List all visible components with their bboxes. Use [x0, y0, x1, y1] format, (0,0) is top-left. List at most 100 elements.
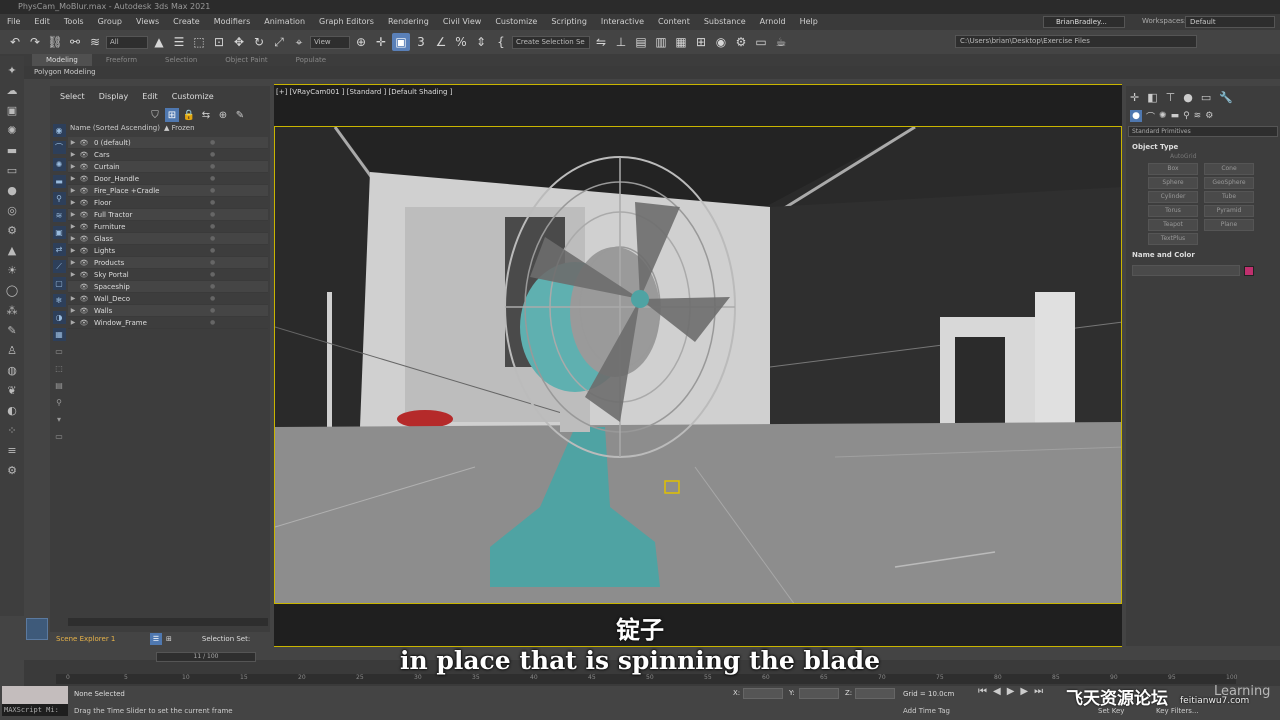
visibility-eye-icon[interactable]: 👁: [78, 175, 90, 183]
object-type-rollout-title[interactable]: Object Type: [1126, 141, 1280, 153]
display-bones-icon[interactable]: ⟋: [52, 260, 66, 273]
frozen-toggle-icon[interactable]: ●: [210, 319, 220, 326]
render-setup-icon[interactable]: ⚙: [732, 33, 750, 51]
workspace-dropdown[interactable]: Default: [1185, 16, 1275, 28]
expand-icon[interactable]: ▶: [68, 163, 78, 170]
sphere-icon[interactable]: ●: [4, 182, 20, 198]
systems-icon[interactable]: ⚙: [1205, 111, 1213, 121]
expand-icon[interactable]: ▶: [68, 235, 78, 242]
spinner-snap-icon[interactable]: ⇕: [472, 33, 490, 51]
unlink-icon[interactable]: ⚯: [66, 33, 84, 51]
textplus-button[interactable]: TextPlus: [1148, 233, 1198, 245]
camera-icon[interactable]: ▬: [4, 142, 20, 158]
display-helpers-icon[interactable]: ⚲: [52, 192, 66, 205]
ribbon-tab-object-paint[interactable]: Object Paint: [211, 54, 281, 66]
menu-rendering[interactable]: Rendering: [381, 14, 436, 30]
visibility-eye-icon[interactable]: 👁: [78, 259, 90, 267]
expand-icon[interactable]: ▶: [68, 211, 78, 218]
cloud-icon[interactable]: ☁: [4, 82, 20, 98]
settings-icon[interactable]: ⚙: [4, 462, 20, 478]
visibility-eye-icon[interactable]: 👁: [78, 307, 90, 315]
layer-row[interactable]: ▶ 👁 Curtain ●: [68, 161, 268, 173]
highlight-icon[interactable]: ✎: [233, 108, 247, 122]
frozen-toggle-icon[interactable]: ●: [210, 235, 220, 242]
menu-animation[interactable]: Animation: [257, 14, 312, 30]
menu-tools[interactable]: Tools: [57, 14, 91, 30]
reference-coord-dropdown[interactable]: View: [310, 35, 350, 49]
name-color-rollout-title[interactable]: Name and Color: [1126, 249, 1280, 261]
menu-arnold[interactable]: Arnold: [753, 14, 793, 30]
ribbon-tab-modeling[interactable]: Modeling: [32, 54, 92, 66]
hierarchy-tab-icon[interactable]: ⊤: [1166, 91, 1176, 104]
tube-button[interactable]: Tube: [1204, 191, 1254, 203]
go-to-start-icon[interactable]: ⏮: [978, 686, 987, 697]
create-icon[interactable]: ✦: [4, 62, 20, 78]
select-manipulate-icon[interactable]: ✛: [372, 33, 390, 51]
geosphere-button[interactable]: GeoSphere: [1204, 177, 1254, 189]
modify-tab-icon[interactable]: ◧: [1147, 91, 1157, 104]
box-button[interactable]: Box: [1148, 163, 1198, 175]
curve-editor-icon[interactable]: ▦: [672, 33, 690, 51]
ribbon-tab-populate[interactable]: Populate: [282, 54, 340, 66]
select-object-icon[interactable]: ▲: [150, 33, 168, 51]
light-icon[interactable]: ✺: [4, 122, 20, 138]
layer-row[interactable]: ▶ 👁 Cars ●: [68, 149, 268, 161]
display-spacewarps-icon[interactable]: ≋: [52, 209, 66, 222]
layer-row[interactable]: ▶ 👁 Floor ●: [68, 197, 268, 209]
teapot-button[interactable]: Teapot: [1148, 219, 1198, 231]
display-dependents-icon[interactable]: ▾: [53, 413, 66, 426]
layer-row[interactable]: ▶ 👁 Products ●: [68, 257, 268, 269]
rendered-frame-window-icon[interactable]: ▭: [752, 33, 770, 51]
column-frozen-header[interactable]: ▲ Frozen: [164, 124, 195, 136]
circle-icon[interactable]: ◯: [4, 282, 20, 298]
snaps-toggle-icon[interactable]: 3: [412, 33, 430, 51]
layer-row[interactable]: 👁 Spaceship ●: [68, 281, 268, 293]
visibility-eye-icon[interactable]: 👁: [78, 187, 90, 195]
layer-row[interactable]: ▶ 👁 Fire_Place +Cradle ●: [68, 185, 268, 197]
frozen-toggle-icon[interactable]: ●: [210, 271, 220, 278]
edit-named-selection-icon[interactable]: {: [492, 33, 510, 51]
layer-add-icon[interactable]: ⊕: [216, 108, 230, 122]
frozen-toggle-icon[interactable]: ●: [210, 247, 220, 254]
cone-icon[interactable]: ▲: [4, 242, 20, 258]
box-icon[interactable]: ▣: [4, 102, 20, 118]
expand-icon[interactable]: ▶: [68, 295, 78, 302]
visibility-eye-icon[interactable]: 👁: [78, 211, 90, 219]
display-none-icon[interactable]: ▭: [53, 345, 66, 358]
sphere-button[interactable]: Sphere: [1148, 177, 1198, 189]
column-name-header[interactable]: Name (Sorted Ascending): [68, 124, 164, 136]
expand-icon[interactable]: ▶: [68, 307, 78, 314]
ribbon-tab-selection[interactable]: Selection: [151, 54, 211, 66]
helper-icon[interactable]: ▭: [4, 162, 20, 178]
scene-menu-edit[interactable]: Edit: [142, 92, 158, 101]
render-production-icon[interactable]: ☕: [772, 33, 790, 51]
previous-frame-icon[interactable]: ◀: [993, 686, 1001, 697]
menu-civil-view[interactable]: Civil View: [436, 14, 489, 30]
project-path-field[interactable]: C:\Users\brian\Desktop\Exercise Files: [955, 35, 1197, 48]
menu-graph-editors[interactable]: Graph Editors: [312, 14, 381, 30]
menu-views[interactable]: Views: [129, 14, 166, 30]
frozen-toggle-icon[interactable]: ●: [210, 211, 220, 218]
pivot-center-icon[interactable]: ⊕: [352, 33, 370, 51]
frozen-toggle-icon[interactable]: ●: [210, 139, 220, 146]
autogrid-checkbox[interactable]: AutoGrid: [1126, 153, 1280, 160]
visibility-eye-icon[interactable]: 👁: [78, 247, 90, 255]
mirror-icon[interactable]: ⇋: [592, 33, 610, 51]
viewport-label[interactable]: [+] [VRayCam001 ] [Standard ] [Default S…: [276, 88, 452, 96]
scene-menu-customize[interactable]: Customize: [172, 92, 214, 101]
cameras-icon[interactable]: ▬: [1171, 111, 1180, 121]
play-icon[interactable]: ▶: [1007, 686, 1015, 697]
display-tab-icon[interactable]: ▭: [1201, 91, 1211, 104]
next-frame-icon[interactable]: ▶: [1020, 686, 1028, 697]
cylinder-button[interactable]: Cylinder: [1148, 191, 1198, 203]
visibility-eye-icon[interactable]: 👁: [78, 283, 90, 291]
frozen-toggle-icon[interactable]: ●: [210, 283, 220, 290]
expand-icon[interactable]: ▶: [68, 319, 78, 326]
globe-icon[interactable]: ◍: [4, 362, 20, 378]
bind-spacewarp-icon[interactable]: ≋: [86, 33, 104, 51]
display-containers-icon[interactable]: ▢: [52, 277, 66, 290]
menu-interactive[interactable]: Interactive: [594, 14, 651, 30]
schematic-view-icon[interactable]: ⊞: [692, 33, 710, 51]
layer-row[interactable]: ▶ 👁 Sky Portal ●: [68, 269, 268, 281]
display-shapes-icon[interactable]: ⌒: [52, 141, 66, 154]
